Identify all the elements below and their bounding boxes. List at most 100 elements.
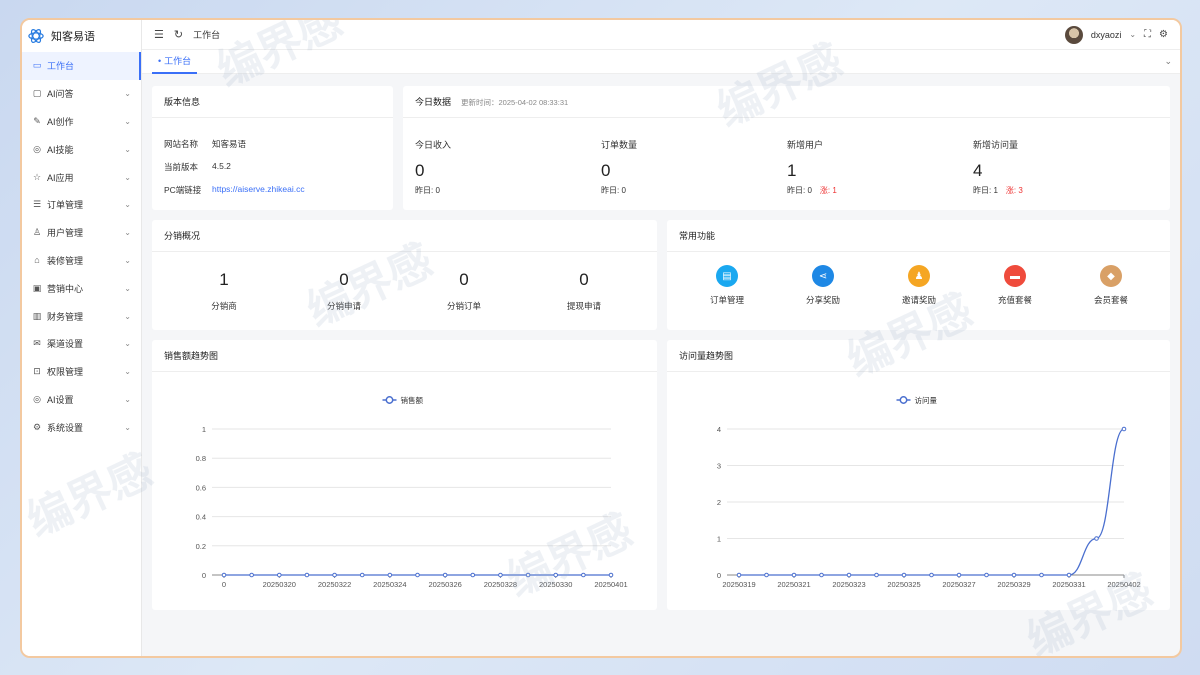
data-point[interactable] <box>525 572 531 578</box>
data-point[interactable] <box>332 572 337 578</box>
legend-marker-swatch <box>899 396 908 404</box>
x-tick-label: 20250322 <box>318 580 351 589</box>
data-point[interactable] <box>819 572 824 578</box>
sidebar-item[interactable]: ◎ AI技能 ⌄ <box>22 135 141 163</box>
stat-block: 新增访问量 4 昨日: 1 涨: 3 <box>973 138 1023 196</box>
stat-rise: 涨: 1 <box>819 186 837 195</box>
sidebar-item[interactable]: ☰ 订单管理 ⌄ <box>22 191 141 219</box>
sidebar-item[interactable]: ⊡ 权限管理 ⌄ <box>22 358 141 386</box>
chevron-down-icon: ⌄ <box>124 422 131 432</box>
data-point[interactable] <box>1039 572 1044 578</box>
breadcrumb[interactable]: 工作台 <box>193 28 220 41</box>
data-point[interactable] <box>1011 572 1017 578</box>
gear-icon: ⚙ <box>32 421 42 432</box>
monitor-icon: ▭ <box>32 60 42 71</box>
gear-icon[interactable]: ⚙ <box>1159 29 1168 40</box>
function-shortcut[interactable]: ▤ 订单管理 <box>692 265 762 306</box>
sidebar-item[interactable]: ▣ 营销中心 ⌄ <box>22 274 141 302</box>
refresh-icon[interactable]: ↻ <box>174 28 183 41</box>
sidebar-item-label: 营销中心 <box>47 283 84 294</box>
sidebar-item[interactable]: ✎ AI创作 ⌄ <box>22 108 141 136</box>
stat-label: 今日收入 <box>415 140 452 150</box>
data-point[interactable] <box>442 572 448 578</box>
app-window: 知客易语 ▭ 工作台 ▢ AI问答 ⌄ ✎ AI创作 ⌄ ◎ AI技能 ⌄ ☆ AI应用 ⌄ ☰ 订单管理 ⌄ ♙… <box>20 18 1182 658</box>
data-point[interactable] <box>736 572 742 578</box>
distribution-item[interactable]: 0 提现申请 <box>544 270 624 312</box>
logo[interactable]: 知客易语 <box>22 20 141 52</box>
data-point[interactable] <box>276 572 282 578</box>
data-point[interactable] <box>387 572 393 578</box>
list-icon: ☰ <box>32 199 42 210</box>
chevron-down-icon: ⌄ <box>124 200 131 210</box>
chevron-down-icon[interactable]: ⌄ <box>1129 30 1136 39</box>
chart-legend[interactable]: 销售额 <box>382 395 424 405</box>
sidebar: 知客易语 ▭ 工作台 ▢ AI问答 ⌄ ✎ AI创作 ⌄ ◎ AI技能 ⌄ ☆ AI应用 ⌄ ☰ 订单管理 ⌄ ♙… <box>22 20 142 656</box>
data-point[interactable] <box>846 572 852 578</box>
data-point[interactable] <box>901 572 907 578</box>
data-point[interactable] <box>1094 536 1099 541</box>
data-point[interactable] <box>470 572 476 578</box>
distribution-value: 0 <box>579 270 589 289</box>
sidebar-item[interactable]: ▭ 工作台 <box>22 52 141 80</box>
data-point[interactable] <box>359 572 365 578</box>
stat-value: 1 <box>787 161 797 180</box>
data-point[interactable] <box>608 572 614 578</box>
card-title-text: 今日数据 <box>415 97 452 107</box>
function-shortcut[interactable]: ▬ 充值套餐 <box>980 265 1050 306</box>
data-point[interactable] <box>221 572 227 578</box>
legend-marker-swatch <box>385 396 394 404</box>
legend-label: 销售额 <box>401 395 424 405</box>
data-point[interactable] <box>415 572 420 578</box>
sidebar-item[interactable]: ⚙ 系统设置 ⌄ <box>22 413 141 441</box>
x-tick-label: 20250325 <box>887 580 920 589</box>
distribution-item[interactable]: 0 分销订单 <box>424 270 504 312</box>
function-label: 订单管理 <box>709 295 744 305</box>
sidebar-item-label: 系统设置 <box>47 422 84 433</box>
chevron-down-icon: ⌄ <box>124 394 131 404</box>
card-title: 销售额趋势图 <box>152 340 657 372</box>
sidebar-item[interactable]: ♙ 用户管理 ⌄ <box>22 219 141 247</box>
sidebar-item[interactable]: ⌂ 装修管理 ⌄ <box>22 247 141 275</box>
function-shortcut[interactable]: ◆ 会员套餐 <box>1076 265 1146 306</box>
sidebar-item-label: 订单管理 <box>47 200 84 211</box>
sidebar-item[interactable]: ✉ 渠道设置 ⌄ <box>22 330 141 358</box>
data-point[interactable] <box>553 572 559 578</box>
data-point[interactable] <box>498 572 503 578</box>
username[interactable]: dxyaozi <box>1091 30 1122 40</box>
card-title: 今日数据 更新时间：2025-04-02 08:33:31 <box>403 86 1170 118</box>
data-point[interactable] <box>874 572 879 578</box>
distribution-label: 分销商 <box>211 301 237 311</box>
sidebar-item[interactable]: ▢ AI问答 ⌄ <box>22 80 141 108</box>
data-point[interactable] <box>249 572 254 578</box>
data-point[interactable] <box>764 572 769 578</box>
sidebar-menu: ▭ 工作台 ▢ AI问答 ⌄ ✎ AI创作 ⌄ ◎ AI技能 ⌄ ☆ AI应用 ⌄ ☰ 订单管理 ⌄ ♙ 用户管理 ⌄… <box>22 52 141 441</box>
data-point[interactable] <box>984 572 989 578</box>
distribution-item[interactable]: 1 分销商 <box>184 270 264 312</box>
sidebar-item-label: AI技能 <box>47 144 74 155</box>
sidebar-item[interactable]: ◎ AI设置 ⌄ <box>22 386 141 414</box>
distribution-item[interactable]: 0 分销申请 <box>304 270 384 312</box>
chevron-down-icon[interactable]: ⌄ <box>1164 56 1172 67</box>
avatar[interactable] <box>1064 25 1083 44</box>
data-point[interactable] <box>581 572 586 578</box>
y-tick-label: 3 <box>717 462 721 471</box>
data-point[interactable] <box>1121 426 1127 432</box>
data-point[interactable] <box>791 572 797 578</box>
y-tick-label: 4 <box>717 425 721 434</box>
stat-yesterday-row: 昨日: 0 <box>415 185 451 196</box>
data-point[interactable] <box>1066 572 1072 578</box>
data-point[interactable] <box>929 572 934 578</box>
chat-icon: ▢ <box>32 88 42 99</box>
menu-toggle-icon[interactable]: ☰ <box>154 28 164 41</box>
data-point[interactable] <box>304 572 310 578</box>
sidebar-item[interactable]: ☆ AI应用 ⌄ <box>22 163 141 191</box>
data-point[interactable] <box>956 572 962 578</box>
sidebar-item[interactable]: ▥ 财务管理 ⌄ <box>22 302 141 330</box>
chart-legend[interactable]: 访问量 <box>896 395 938 405</box>
function-shortcut[interactable]: ⋖ 分享奖励 <box>788 265 858 306</box>
pc-link[interactable]: https://aiserve.zhikeai.cc <box>212 184 305 196</box>
fullscreen-icon[interactable]: ⛶ <box>1144 29 1151 40</box>
function-shortcut[interactable]: ♟ 邀请奖励 <box>884 265 954 306</box>
x-tick-label: 20250324 <box>373 580 406 589</box>
tab-workbench[interactable]: 工作台 <box>152 50 198 74</box>
